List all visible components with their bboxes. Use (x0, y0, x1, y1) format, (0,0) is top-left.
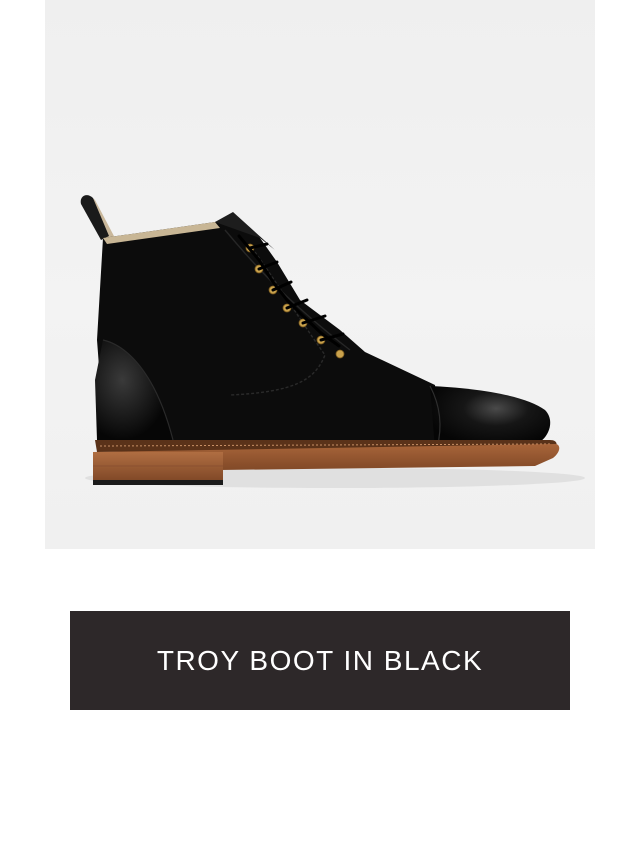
boot-image (80, 195, 585, 488)
product-image-link[interactable] (45, 0, 595, 549)
shop-product-button[interactable]: TROY BOOT IN BLACK (70, 611, 570, 710)
email-product-block: TROY BOOT IN BLACK (0, 0, 640, 850)
cta-label: TROY BOOT IN BLACK (156, 644, 484, 676)
